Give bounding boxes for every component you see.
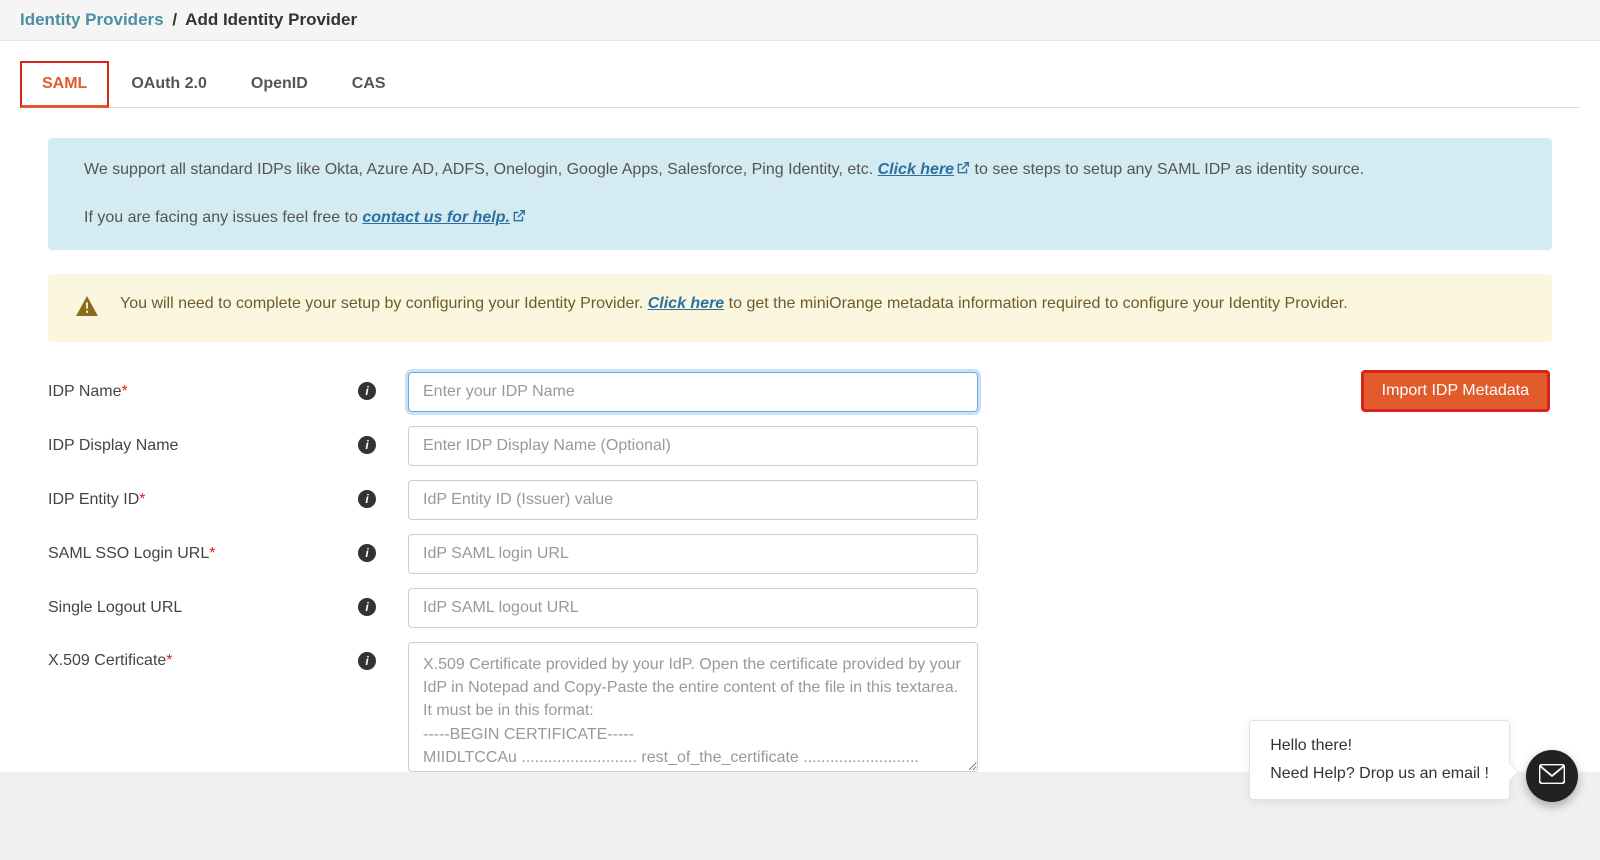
tab-openid[interactable]: OpenID [229, 61, 330, 107]
input-idp-display-name[interactable] [408, 426, 978, 466]
help-text-line2: Need Help? Drop us an email ! [1270, 765, 1489, 783]
info-text: We support all standard IDPs like Okta, … [84, 161, 878, 178]
label-idp-entity-id: IDP Entity ID* [48, 491, 358, 509]
required-marker: * [122, 383, 128, 400]
info-icon[interactable]: i [358, 652, 376, 670]
label-idp-name: IDP Name* [48, 383, 358, 401]
required-marker: * [209, 545, 215, 562]
tab-saml[interactable]: SAML [20, 61, 109, 108]
idp-form: IDP Name* i Import IDP Metadata IDP Disp… [48, 372, 1552, 772]
external-link-icon [956, 159, 970, 173]
required-marker: * [166, 652, 172, 669]
warning-icon [76, 296, 98, 324]
breadcrumb-link-identity-providers[interactable]: Identity Providers [20, 10, 164, 29]
warning-text: to get the miniOrange metadata informati… [729, 295, 1348, 312]
mail-icon [1539, 764, 1565, 788]
info-icon[interactable]: i [358, 598, 376, 616]
help-tooltip: Hello there! Need Help? Drop us an email… [1249, 720, 1510, 800]
info-icon[interactable]: i [358, 436, 376, 454]
tab-cas[interactable]: CAS [330, 61, 408, 107]
input-single-logout-url[interactable] [408, 588, 978, 628]
input-idp-entity-id[interactable] [408, 480, 978, 520]
label-single-logout-url: Single Logout URL [48, 599, 358, 617]
info-text: to see steps to setup any SAML IDP as id… [975, 161, 1365, 178]
input-saml-sso-login-url[interactable] [408, 534, 978, 574]
textarea-x509-certificate[interactable] [408, 642, 978, 772]
info-icon[interactable]: i [358, 382, 376, 400]
info-text: If you are facing any issues feel free t… [84, 209, 362, 226]
label-x509-certificate: X.509 Certificate* [48, 652, 358, 670]
tab-bar: SAML OAuth 2.0 OpenID CAS [20, 61, 1580, 108]
info-banner-support: We support all standard IDPs like Okta, … [48, 138, 1552, 250]
link-contact-us[interactable]: contact us for help. [362, 209, 526, 226]
info-icon[interactable]: i [358, 490, 376, 508]
info-banner-setup: You will need to complete your setup by … [48, 274, 1552, 342]
tab-oauth2[interactable]: OAuth 2.0 [109, 61, 229, 107]
help-text-line1: Hello there! [1270, 737, 1489, 755]
breadcrumb: Identity Providers / Add Identity Provid… [0, 0, 1600, 41]
label-saml-sso-login-url: SAML SSO Login URL* [48, 545, 358, 563]
info-icon[interactable]: i [358, 544, 376, 562]
chat-button[interactable] [1526, 750, 1578, 802]
external-link-icon [512, 207, 526, 221]
link-setup-steps[interactable]: Click here [878, 161, 970, 178]
input-idp-name[interactable] [408, 372, 978, 412]
import-idp-metadata-button[interactable]: Import IDP Metadata [1361, 370, 1550, 412]
breadcrumb-separator: / [172, 10, 177, 29]
breadcrumb-current: Add Identity Provider [185, 10, 357, 29]
required-marker: * [139, 491, 145, 508]
warning-text: You will need to complete your setup by … [120, 295, 648, 312]
link-metadata-info[interactable]: Click here [648, 295, 724, 312]
label-idp-display-name: IDP Display Name [48, 437, 358, 455]
